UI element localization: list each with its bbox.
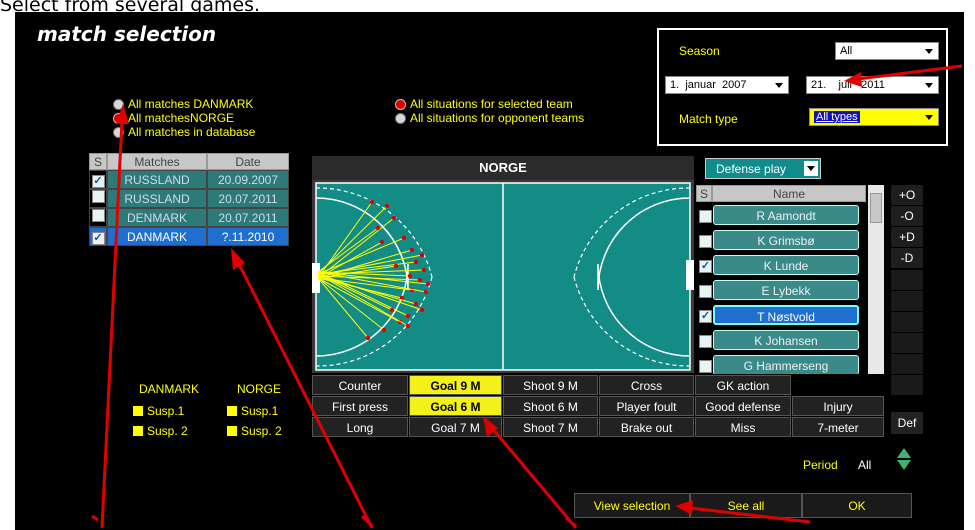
arrowhead (675, 500, 693, 515)
arrow-annotation (490, 427, 578, 529)
arrow-annotation (91, 514, 99, 522)
arrow-annotation (100, 119, 124, 529)
arrowhead (844, 72, 862, 87)
arrow-annotation (565, 516, 577, 528)
annotation-arrows (91, 64, 963, 529)
arrow-annotation (236, 261, 374, 529)
arrowhead (116, 104, 129, 124)
arrowhead (231, 248, 245, 270)
arrow-annotation (689, 506, 811, 524)
arrow-annotation (857, 64, 963, 81)
